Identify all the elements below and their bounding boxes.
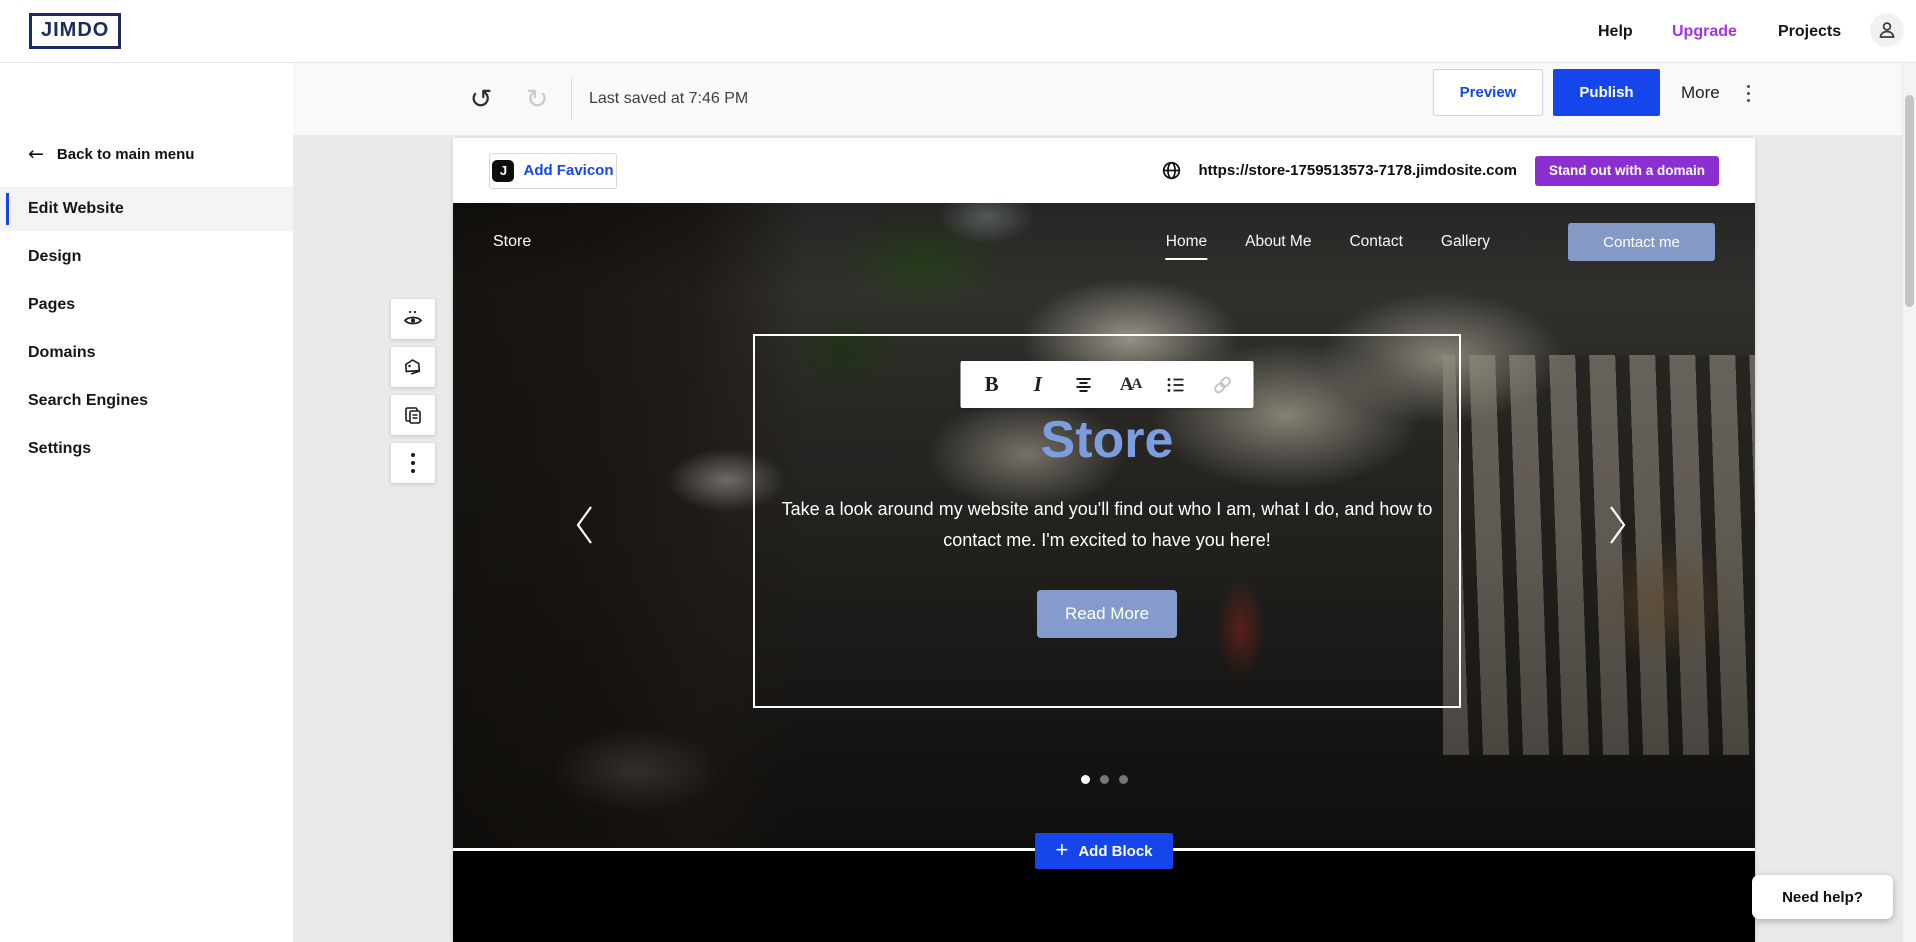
undo-icon[interactable]: ↺ [463, 81, 499, 117]
favicon-bar: J Add Favicon https://store-1759513573-7… [453, 138, 1755, 203]
site-nav-contact[interactable]: Contact [1349, 233, 1402, 251]
site-nav: Store Home About Me Contact Gallery Cont… [453, 220, 1755, 264]
site-nav-about-me[interactable]: About Me [1245, 233, 1311, 251]
text-format-toolbar: B I AA [961, 361, 1254, 408]
more-button[interactable]: More [1681, 63, 1720, 123]
selected-block-outline[interactable]: B I AA Store Take a look around my websi… [753, 334, 1461, 708]
list-icon[interactable] [1161, 370, 1191, 400]
site-nav-home[interactable]: Home [1166, 233, 1207, 251]
redo-icon[interactable]: ↻ [519, 81, 555, 117]
italic-icon[interactable]: I [1023, 370, 1053, 400]
about-me-heading: About Me [453, 934, 1755, 942]
carousel-dot-3[interactable] [1119, 775, 1128, 784]
user-icon [1877, 20, 1897, 40]
read-more-button[interactable]: Read More [1037, 590, 1177, 638]
account-avatar[interactable] [1870, 13, 1904, 47]
sidebar-item-settings[interactable]: Settings [0, 427, 293, 471]
domain-upsell-button[interactable]: Stand out with a domain [1535, 156, 1719, 186]
carousel-prev-button[interactable] [573, 503, 599, 551]
sidebar-item-design[interactable]: Design [0, 235, 293, 279]
carousel-dots [453, 775, 1755, 784]
site-url[interactable]: https://store-1759513573-7178.jimdosite.… [1199, 162, 1517, 179]
carousel-dot-1[interactable] [1081, 775, 1090, 784]
more-kebab-icon[interactable] [1735, 80, 1761, 106]
sidebar-item-search-engines[interactable]: Search Engines [0, 379, 293, 423]
carousel-next-button[interactable] [1607, 503, 1633, 551]
editor-toolbar-row: ↺ ↻ Last saved at 7:46 PM Preview Publis… [293, 63, 1916, 135]
duplicate-icon [403, 405, 423, 426]
carousel-dot-2[interactable] [1100, 775, 1109, 784]
sidebar-item-pages[interactable]: Pages [0, 283, 293, 327]
eye-icon [402, 309, 424, 329]
font-icon[interactable]: AA [1115, 370, 1145, 400]
add-favicon-button[interactable]: J Add Favicon [489, 153, 617, 189]
editor-canvas: J Add Favicon https://store-1759513573-7… [293, 135, 1916, 942]
site-brand[interactable]: Store [493, 233, 531, 251]
chevron-right-icon [1607, 503, 1633, 547]
toolbar-divider [571, 77, 572, 121]
link-icon[interactable] [1207, 370, 1237, 400]
hero-section: Store Home About Me Contact Gallery Cont… [453, 203, 1755, 848]
sidebar-item-edit-website[interactable]: Edit Website [0, 187, 293, 231]
jimdo-logo: JIMDO [29, 13, 121, 49]
align-center-icon[interactable] [1069, 370, 1099, 400]
page-scrollbar[interactable] [1902, 63, 1916, 942]
hero-title[interactable]: Store [755, 410, 1459, 470]
last-saved-status: Last saved at 7:46 PM [589, 63, 748, 135]
block-more-button[interactable] [391, 443, 435, 483]
preview-button[interactable]: Preview [1433, 69, 1543, 116]
style-block-button[interactable] [391, 347, 435, 387]
back-arrow-icon: ← [28, 143, 44, 165]
chevron-left-icon [573, 503, 599, 547]
bold-icon[interactable]: B [977, 370, 1007, 400]
publish-button[interactable]: Publish [1553, 69, 1660, 116]
duplicate-block-button[interactable] [391, 395, 435, 435]
website-preview: J Add Favicon https://store-1759513573-7… [453, 138, 1755, 942]
app-header: JIMDO Help Upgrade Projects [0, 0, 1916, 63]
favicon-j-icon: J [492, 160, 514, 182]
hide-block-button[interactable] [391, 299, 435, 339]
back-to-main-menu[interactable]: ← Back to main menu [28, 143, 194, 165]
need-help-button[interactable]: Need help? [1752, 875, 1893, 919]
help-link[interactable]: Help [1598, 0, 1633, 63]
globe-icon [1162, 161, 1181, 180]
design-tags-icon [402, 356, 424, 378]
plus-icon: + [1055, 839, 1068, 861]
hero-paragraph[interactable]: Take a look around my website and you'll… [779, 494, 1435, 556]
back-label: Back to main menu [57, 146, 195, 163]
sidebar-item-domains[interactable]: Domains [0, 331, 293, 375]
upgrade-link[interactable]: Upgrade [1672, 0, 1737, 63]
contact-me-button[interactable]: Contact me [1568, 223, 1715, 261]
site-nav-gallery[interactable]: Gallery [1441, 233, 1490, 251]
add-block-button[interactable]: + Add Block [1035, 833, 1173, 869]
sidebar: ← Back to main menu WEBSITE BUILDER Edit… [0, 63, 293, 942]
scrollbar-thumb[interactable] [1905, 95, 1914, 307]
kebab-icon [410, 452, 416, 474]
projects-link[interactable]: Projects [1778, 0, 1841, 63]
